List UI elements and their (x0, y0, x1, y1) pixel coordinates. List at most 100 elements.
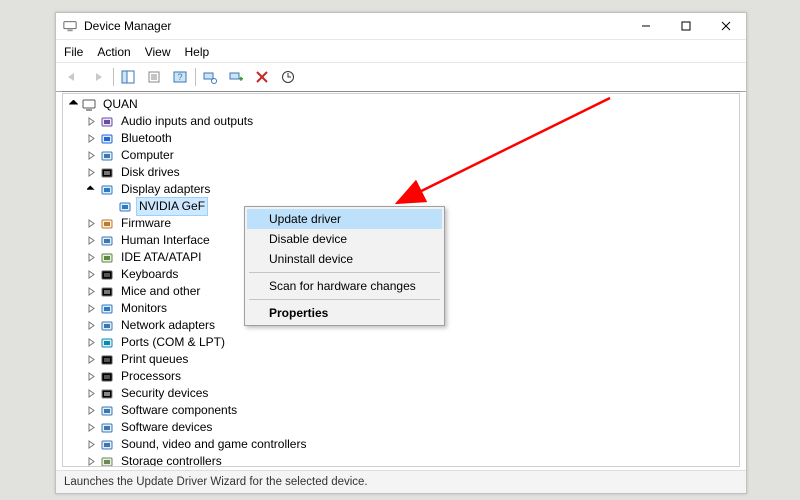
minimize-button[interactable] (626, 13, 666, 39)
chevron-right-icon[interactable] (85, 422, 97, 434)
tree-category[interactable]: Sound, video and game controllers (67, 436, 739, 453)
tree-category[interactable]: Security devices (67, 385, 739, 402)
forward-button[interactable] (86, 65, 110, 89)
titlebar: Device Manager (56, 13, 746, 40)
category-icon (99, 301, 115, 317)
chevron-right-icon[interactable] (85, 456, 97, 468)
window-title: Device Manager (84, 19, 171, 33)
add-legacy-hardware-button[interactable] (224, 65, 248, 89)
tree-category[interactable]: Disk drives (67, 164, 739, 181)
svg-text:?: ? (177, 72, 182, 82)
status-text: Launches the Update Driver Wizard for th… (64, 476, 368, 488)
category-icon (99, 386, 115, 402)
tree-category[interactable]: Software devices (67, 419, 739, 436)
chevron-right-icon[interactable] (85, 405, 97, 417)
category-icon (99, 403, 115, 419)
category-label: Mice and other (119, 283, 202, 300)
chevron-right-icon[interactable] (85, 286, 97, 298)
chevron-right-icon[interactable] (85, 133, 97, 145)
chevron-right-icon[interactable] (85, 150, 97, 162)
properties-button[interactable] (142, 65, 166, 89)
category-label: Security devices (119, 385, 210, 402)
category-label: Disk drives (119, 164, 182, 181)
show-hide-console-button[interactable] (116, 65, 140, 89)
chevron-right-icon[interactable] (85, 388, 97, 400)
chevron-right-icon[interactable] (85, 303, 97, 315)
help-button[interactable]: ? (168, 65, 192, 89)
category-icon (99, 284, 115, 300)
update-driver-button[interactable] (276, 65, 300, 89)
tree-category[interactable]: Audio inputs and outputs (67, 113, 739, 130)
category-icon (99, 131, 115, 147)
chevron-right-icon[interactable] (85, 354, 97, 366)
status-bar: Launches the Update Driver Wizard for th… (56, 470, 746, 493)
chevron-right-icon[interactable] (85, 371, 97, 383)
category-label: Monitors (119, 300, 169, 317)
tree-category[interactable]: Bluetooth (67, 130, 739, 147)
category-icon (99, 233, 115, 249)
category-icon (99, 454, 115, 468)
category-label: Print queues (119, 351, 190, 368)
chevron-down-icon[interactable] (67, 99, 79, 111)
chevron-right-icon[interactable] (85, 439, 97, 451)
chevron-right-icon[interactable] (85, 167, 97, 179)
category-icon (99, 182, 115, 198)
tree-category[interactable]: Storage controllers (67, 453, 739, 467)
toolbar: ? (56, 63, 746, 92)
chevron-down-icon[interactable] (85, 184, 97, 196)
menu-item[interactable]: Uninstall device (247, 249, 442, 269)
uninstall-device-button[interactable] (250, 65, 274, 89)
tree-category[interactable]: Software components (67, 402, 739, 419)
close-button[interactable] (706, 13, 746, 39)
menu-item[interactable]: Properties (247, 303, 442, 323)
scan-hardware-button[interactable] (198, 65, 222, 89)
category-label: Keyboards (119, 266, 180, 283)
menu-separator (249, 299, 440, 300)
menu-file[interactable]: File (64, 45, 83, 59)
category-label: Display adapters (119, 181, 212, 198)
category-label: Ports (COM & LPT) (119, 334, 227, 351)
category-label: Software devices (119, 419, 214, 436)
tree-root[interactable]: QUAN (67, 96, 739, 113)
category-label: Bluetooth (119, 130, 174, 147)
category-icon (99, 420, 115, 436)
tree-category[interactable]: Print queues (67, 351, 739, 368)
category-icon (99, 267, 115, 283)
category-icon (99, 114, 115, 130)
tree-category[interactable]: Ports (COM & LPT) (67, 334, 739, 351)
tree-root-label: QUAN (101, 96, 140, 113)
menu-help[interactable]: Help (185, 45, 210, 59)
category-icon (99, 369, 115, 385)
tree-category[interactable]: Display adapters (67, 181, 739, 198)
chevron-right-icon[interactable] (85, 235, 97, 247)
menu-item[interactable]: Disable device (247, 229, 442, 249)
chevron-right-icon[interactable] (85, 269, 97, 281)
toolbar-separator (112, 66, 114, 88)
category-label: IDE ATA/ATAPI (119, 249, 203, 266)
tree-category[interactable]: Computer (67, 147, 739, 164)
chevron-right-icon[interactable] (85, 320, 97, 332)
tree-category[interactable]: Processors (67, 368, 739, 385)
device-icon (117, 199, 133, 215)
menu-item[interactable]: Update driver (247, 209, 442, 229)
chevron-right-icon[interactable] (85, 337, 97, 349)
chevron-right-icon[interactable] (85, 218, 97, 230)
menubar: File Action View Help (56, 40, 746, 63)
category-icon (99, 335, 115, 351)
menu-view[interactable]: View (145, 45, 171, 59)
device-manager-window: Device Manager File Action View Help ? (55, 12, 747, 494)
computer-icon (81, 97, 97, 113)
category-label: Computer (119, 147, 176, 164)
category-label: Software components (119, 402, 239, 419)
device-label: NVIDIA GeF (137, 198, 207, 215)
back-button[interactable] (60, 65, 84, 89)
category-icon (99, 216, 115, 232)
chevron-right-icon[interactable] (85, 252, 97, 264)
category-label: Firmware (119, 215, 173, 232)
menu-action[interactable]: Action (97, 45, 130, 59)
category-icon (99, 250, 115, 266)
category-icon (99, 352, 115, 368)
menu-item[interactable]: Scan for hardware changes (247, 276, 442, 296)
maximize-button[interactable] (666, 13, 706, 39)
chevron-right-icon[interactable] (85, 116, 97, 128)
